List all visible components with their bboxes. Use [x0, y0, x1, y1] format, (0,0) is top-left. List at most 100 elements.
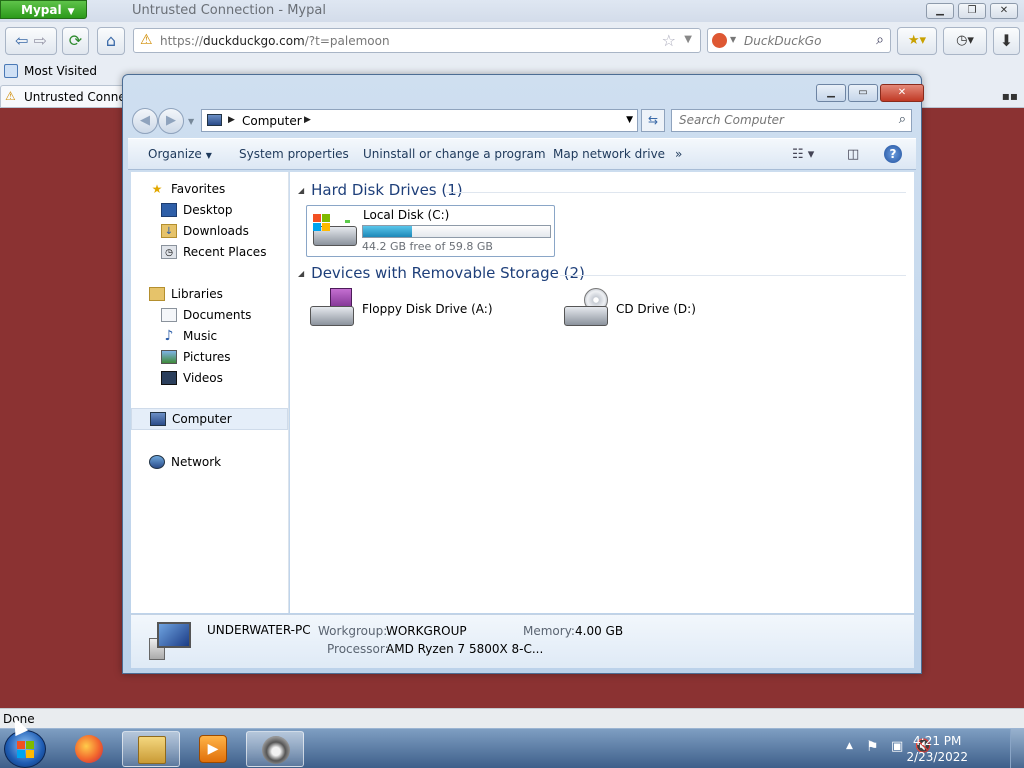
bookmark-most-visited[interactable]: Most Visited: [24, 64, 97, 78]
search-engine-label: DuckDuckGo: [744, 34, 822, 48]
network-status-icon[interactable]: ▣: [891, 739, 903, 754]
warning-icon: ⚠: [140, 32, 153, 48]
history-button[interactable]: ◷▾: [943, 27, 987, 55]
view-options-icon[interactable]: ☷ ▾: [792, 147, 814, 162]
uninstall-program-button[interactable]: Uninstall or change a program: [363, 147, 546, 161]
network-icon: [149, 455, 165, 469]
recent-pages-dropdown-icon[interactable]: ▼: [188, 117, 194, 126]
explorer-maximize-button[interactable]: ▭: [848, 84, 878, 102]
drive-local-disk-c[interactable]: Local Disk (C:) 44.2 GB free of 59.8 GB: [306, 205, 555, 257]
raccoon-icon: [262, 736, 290, 764]
folder-icon: [4, 64, 18, 78]
drive-floppy-a[interactable]: Floppy Disk Drive (A:): [306, 286, 546, 334]
explorer-minimize-button[interactable]: ▁: [816, 84, 846, 102]
drive-body: [564, 306, 608, 326]
bookmarks-icon: ★▾: [907, 33, 927, 48]
show-desktop-button[interactable]: [1010, 729, 1024, 768]
drive-cd-d[interactable]: CD Drive (D:): [560, 286, 800, 334]
processor-label: Processor:: [327, 642, 389, 656]
group-header-removable-storage[interactable]: ◢ Devices with Removable Storage (2): [298, 264, 585, 282]
url-text[interactable]: https://duckduckgo.com/?t=palemoon: [160, 34, 390, 48]
computer-icon: [207, 114, 222, 126]
nav-computer[interactable]: Computer: [131, 408, 288, 430]
details-pane: UNDERWATER-PC Workgroup: WORKGROUP Memor…: [131, 614, 914, 668]
computer-name: UNDERWATER-PC: [207, 623, 311, 637]
firefox-icon: [75, 735, 103, 763]
tab-groups-icon[interactable]: ▪▪: [1002, 89, 1018, 103]
recent-places-icon: ◷: [161, 245, 177, 259]
workgroup-label: Workgroup:: [318, 624, 388, 638]
back-forward-buttons[interactable]: ⇦ ⇨: [5, 27, 57, 55]
collapse-triangle-icon[interactable]: ◢: [298, 186, 304, 195]
organize-button[interactable]: Organize ▼: [148, 147, 212, 161]
chevron-right-icon[interactable]: ▶: [228, 115, 235, 125]
libraries-icon: [149, 287, 165, 301]
warning-icon: ⚠: [5, 89, 16, 103]
breadcrumb-computer[interactable]: Computer: [242, 114, 302, 128]
taskbar: ▶ ▲ ⚑ ▣ 🔇 4:21 PM 2/23/2022: [0, 728, 1024, 768]
clock-icon: ◷▾: [956, 33, 974, 48]
reload-button[interactable]: ⟳: [62, 27, 89, 55]
preview-pane-icon[interactable]: ◫: [847, 147, 859, 162]
refresh-button[interactable]: ⇆: [641, 109, 665, 132]
url-bar[interactable]: ⚠ https://duckduckgo.com/?t=palemoon ☆ ▼: [133, 28, 701, 53]
downloads-button[interactable]: ⬇: [993, 27, 1020, 55]
browser-status-bar: Done: [0, 708, 1024, 728]
forward-icon[interactable]: ⇨: [34, 31, 47, 50]
bookmarks-button[interactable]: ★▾: [897, 27, 937, 55]
bookmark-star-icon[interactable]: ☆: [662, 31, 676, 50]
collapse-triangle-icon[interactable]: ◢: [298, 269, 304, 278]
cd-drive-icon: [562, 288, 610, 328]
restore-button[interactable]: ❐: [958, 3, 986, 19]
group-divider: [446, 192, 906, 193]
start-button[interactable]: [4, 730, 46, 768]
back-arrow-icon[interactable]: ◀: [132, 108, 158, 134]
close-button[interactable]: ✕: [990, 3, 1018, 19]
home-button[interactable]: ⌂: [97, 27, 125, 55]
explorer-back-forward: ◀ ▶: [132, 108, 186, 134]
pictures-icon: [161, 350, 177, 364]
address-dropdown-icon[interactable]: ▼: [626, 115, 633, 125]
show-hidden-icons[interactable]: ▲: [846, 741, 853, 751]
reload-icon: ⟳: [68, 31, 83, 50]
back-icon[interactable]: ⇦: [15, 31, 28, 50]
play-icon: ▶: [199, 735, 227, 763]
map-network-drive-button[interactable]: Map network drive: [553, 147, 665, 161]
url-dropdown-icon[interactable]: ▼: [684, 34, 692, 45]
command-bar: Organize ▼ System properties Uninstall or…: [128, 138, 916, 170]
system-clock[interactable]: 4:21 PM 2/23/2022: [906, 733, 968, 765]
taskbar-mypal[interactable]: [246, 731, 304, 767]
search-bar[interactable]: ▼ DuckDuckGo ⌕: [707, 28, 891, 53]
search-icon[interactable]: ⌕: [876, 32, 884, 48]
taskbar-firefox[interactable]: [60, 731, 118, 767]
search-input[interactable]: [679, 113, 879, 127]
chevron-right-icon[interactable]: ▶: [304, 115, 311, 125]
explorer-window: ▁ ▭ ✕ ◀ ▶ ▼ ▶ Computer ▶ ▼ ⇆ ⌕ Organize▼…: [122, 74, 924, 674]
workgroup-value: WORKGROUP: [386, 624, 467, 638]
action-center-icon[interactable]: ⚑: [866, 739, 879, 755]
disk-free-space: 44.2 GB free of 59.8 GB: [362, 240, 493, 253]
navigation-pane: ★ Favorites Desktop ↓ Downloads ◷ Recent Pl…: [131, 172, 289, 613]
window-title: Untrusted Connection - Mypal: [132, 3, 326, 18]
drive-body: [310, 306, 354, 326]
computer-large-icon: [149, 622, 193, 660]
more-commands-button[interactable]: »: [675, 147, 682, 161]
search-icon[interactable]: ⌕: [899, 112, 906, 127]
address-bar[interactable]: ▶ Computer ▶ ▼: [201, 109, 638, 132]
forward-arrow-icon[interactable]: ▶: [158, 108, 184, 134]
memory-value: 4.00 GB: [575, 624, 624, 638]
taskbar-media-player[interactable]: ▶: [184, 731, 242, 767]
minimize-button[interactable]: ▁: [926, 3, 954, 19]
hard-disk-icon: [311, 212, 359, 252]
app-menu-button[interactable]: Mypal ▼: [0, 0, 87, 19]
explorer-close-button[interactable]: ✕: [880, 84, 924, 102]
taskbar-explorer[interactable]: [122, 731, 180, 767]
download-arrow-icon: ⬇: [999, 31, 1014, 50]
group-header-hard-disk-drives[interactable]: ◢ Hard Disk Drives (1): [298, 181, 463, 199]
system-properties-button[interactable]: System properties: [239, 147, 349, 161]
tab-untrusted-connection[interactable]: ⚠ Untrusted Connection: [0, 85, 125, 107]
search-box[interactable]: ⌕: [671, 109, 912, 132]
help-icon[interactable]: ?: [884, 145, 902, 163]
duckduckgo-icon[interactable]: [712, 33, 727, 48]
engine-dropdown-icon[interactable]: ▼: [730, 35, 736, 44]
